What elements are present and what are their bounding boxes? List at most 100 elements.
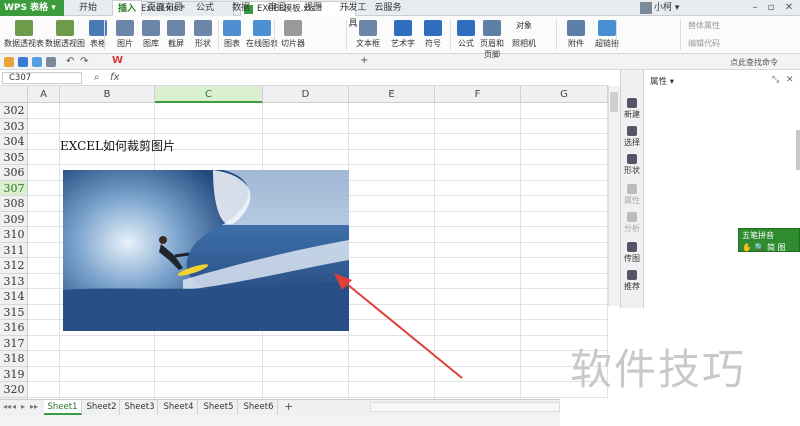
ribbon-button-16[interactable]: 照相机 xyxy=(506,38,542,49)
user-area[interactable]: 小柯 ▾ xyxy=(640,0,679,16)
property-panel-title[interactable]: 属性 ▾ xyxy=(650,75,674,87)
ribbon-button-13[interactable]: 公式 xyxy=(452,20,480,49)
ribbon-button-17[interactable]: 附件 xyxy=(564,20,588,49)
ribbon-button-2[interactable]: 表格 xyxy=(86,20,110,49)
name-box[interactable]: C307 xyxy=(2,72,82,84)
row-header-303[interactable]: 303 xyxy=(0,119,27,134)
row-header-310[interactable]: 310 xyxy=(0,227,27,243)
undo-icon[interactable]: ↶ xyxy=(66,56,74,67)
ribbon-button-0[interactable]: 数据透视表 xyxy=(4,20,44,49)
sheet-tab-Sheet1[interactable]: Sheet1 xyxy=(44,400,82,415)
ribbon-button-1[interactable]: 数据透视图 xyxy=(44,20,86,49)
panel-scrollbar[interactable] xyxy=(796,130,800,170)
horizontal-scrollbar[interactable] xyxy=(370,402,560,412)
row-header-306[interactable]: 306 xyxy=(0,165,27,181)
ribbon-button-5[interactable]: 截屏 xyxy=(164,20,188,49)
sheet-tab-Sheet3[interactable]: Sheet3 xyxy=(122,400,158,415)
select-all-corner[interactable] xyxy=(0,86,28,103)
row-header-319[interactable]: 319 xyxy=(0,367,27,382)
inserted-surf-image[interactable] xyxy=(63,170,349,331)
app-menu-button[interactable]: WPS 表格 ▾ xyxy=(0,0,64,16)
menu-tab-5[interactable]: 审阅 xyxy=(262,0,292,16)
menu-tab-3[interactable]: 公式 xyxy=(190,0,220,16)
row-header-315[interactable]: 315 xyxy=(0,305,27,320)
ribbon-button-15[interactable]: 对象 xyxy=(506,20,542,31)
input-method-bar[interactable]: 五笔拼音 ✋ 🔍 简 图 xyxy=(738,228,800,252)
column-header-B[interactable]: B xyxy=(60,86,155,103)
row-header-316[interactable]: 316 xyxy=(0,320,27,336)
ribbon-button-11[interactable]: 艺术字 xyxy=(386,20,420,49)
vertical-scrollbar-thumb[interactable] xyxy=(610,92,618,112)
new-tab-button[interactable]: + xyxy=(360,55,368,66)
row-header-302[interactable]: 302 xyxy=(0,103,27,119)
side-button-1[interactable]: 选择 xyxy=(620,126,644,148)
open-icon[interactable] xyxy=(4,57,14,67)
menu-tab-6[interactable]: 视图 xyxy=(298,0,328,16)
row-header-308[interactable]: 308 xyxy=(0,196,27,212)
ribbon-button-4[interactable]: 图库 xyxy=(138,20,164,49)
row-header-313[interactable]: 313 xyxy=(0,274,27,289)
redo-icon[interactable]: ↷ xyxy=(80,56,88,67)
save-icon[interactable] xyxy=(18,57,28,67)
sheet-nav-icon-3[interactable]: ▸▸ xyxy=(30,402,38,412)
row-header-311[interactable]: 311 xyxy=(0,243,27,258)
row-header-320[interactable]: 320 xyxy=(0,382,27,398)
column-header-G[interactable]: G xyxy=(521,86,608,103)
sheet-tab-Sheet6[interactable]: Sheet6 xyxy=(240,400,278,415)
menu-tab-1[interactable]: 插入 xyxy=(112,0,142,16)
vertical-scrollbar[interactable] xyxy=(608,86,620,306)
row-header-305[interactable]: 305 xyxy=(0,150,27,165)
command-search[interactable]: 点此查找命令 xyxy=(730,57,778,68)
menu-tab-2[interactable]: 页面布局 xyxy=(144,0,186,16)
column-header-D[interactable]: D xyxy=(263,86,349,103)
maximize-button[interactable]: ▫ xyxy=(764,1,778,14)
column-header-A[interactable]: A xyxy=(28,86,60,103)
row-header-314[interactable]: 314 xyxy=(0,289,27,305)
sheet-tab-Sheet4[interactable]: Sheet4 xyxy=(160,400,198,415)
menu-tab-0[interactable]: 开始 xyxy=(70,0,106,16)
ribbon-button-10[interactable]: 文本框 xyxy=(352,20,384,49)
column-header-C[interactable]: C xyxy=(155,86,263,103)
ribbon-button-14[interactable]: 页眉和页脚 xyxy=(480,20,504,60)
ribbon-button-6[interactable]: 形状 xyxy=(188,20,218,49)
row-header-304[interactable]: 304 xyxy=(0,134,27,150)
menu-tab-4[interactable]: 数据 xyxy=(226,0,256,16)
row-header-318[interactable]: 318 xyxy=(0,351,27,367)
side-button-2[interactable]: 形状 xyxy=(620,154,644,176)
zoom-icon[interactable]: ⌕ xyxy=(94,72,100,83)
add-sheet-button[interactable]: + xyxy=(284,400,293,413)
side-button-3[interactable]: 属性 xyxy=(620,184,644,206)
sheet-nav-icon-2[interactable]: ▸ xyxy=(21,402,29,412)
row-header-312[interactable]: 312 xyxy=(0,258,27,274)
row-header-307[interactable]: 307 xyxy=(0,180,27,196)
ribbon-button-18[interactable]: 超链接 xyxy=(592,20,622,49)
sheet-nav-icon-1[interactable]: ◂ xyxy=(12,402,20,412)
edit-code-button[interactable]: 编辑代码 xyxy=(688,38,720,49)
row-header-309[interactable]: 309 xyxy=(0,212,27,227)
column-header-E[interactable]: E xyxy=(349,86,435,103)
panel-close-icon[interactable]: ✕ xyxy=(786,75,794,85)
ribbon-button-9[interactable]: 切片器 xyxy=(280,20,306,49)
menu-tab-8[interactable]: 云服务 xyxy=(372,0,404,16)
close-button[interactable]: ✕ xyxy=(782,1,796,14)
preview-icon[interactable] xyxy=(46,57,56,67)
column-header-F[interactable]: F xyxy=(435,86,521,103)
sheet-tab-Sheet2[interactable]: Sheet2 xyxy=(84,400,120,415)
fx-label[interactable]: fx xyxy=(110,72,119,83)
replace-properties-button[interactable]: 替体属性 xyxy=(688,20,720,31)
pin-icon[interactable]: ⤡ xyxy=(772,75,779,85)
side-button-4[interactable]: 分析 xyxy=(620,212,644,234)
print-icon[interactable] xyxy=(32,57,42,67)
row-header-317[interactable]: 317 xyxy=(0,336,27,351)
sheet-tab-Sheet5[interactable]: Sheet5 xyxy=(200,400,238,415)
menu-tab-7[interactable]: 开发工具 xyxy=(336,0,370,29)
cell-b304-text[interactable]: EXCEL如何裁剪图片 xyxy=(60,137,175,154)
ribbon-button-12[interactable]: 符号 xyxy=(418,20,448,49)
side-button-6[interactable]: 推荐 xyxy=(620,270,644,292)
ribbon-button-3[interactable]: 图片 xyxy=(112,20,138,49)
side-button-0[interactable]: 新建 xyxy=(620,98,644,120)
side-button-5[interactable]: 传图 xyxy=(620,242,644,264)
minimize-button[interactable]: – xyxy=(748,1,762,14)
sheet-nav-icon-0[interactable]: ◂◂ xyxy=(3,402,11,412)
ribbon-button-7[interactable]: 图表 xyxy=(220,20,244,49)
